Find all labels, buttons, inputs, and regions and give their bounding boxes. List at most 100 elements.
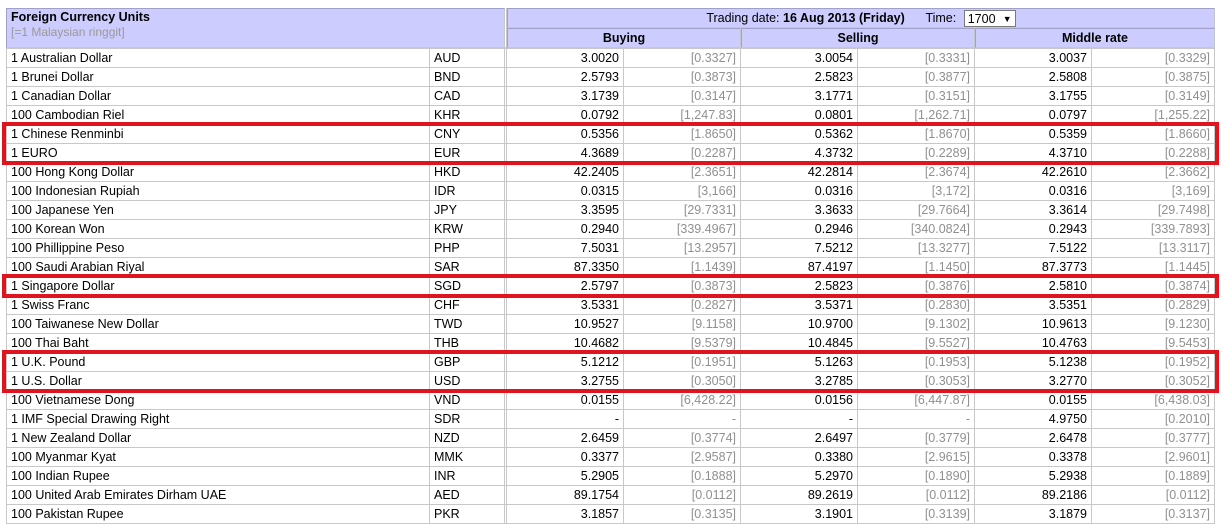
middle-inverse: [0.3149] <box>1092 87 1216 107</box>
buying-rate: 2.5797 <box>507 277 625 297</box>
time-select-value: 1700 <box>967 12 996 27</box>
buying-inverse: [13.2957] <box>624 239 742 259</box>
table-subtitle: [=1 Malaysian ringgit] <box>11 25 125 39</box>
selling-rate: 5.1263 <box>741 353 859 373</box>
table-row: 100 Thai Baht THB 10.4682 [9.5379] 10.4845 [9… <box>6 334 1216 354</box>
middle-rate: 2.5810 <box>975 277 1093 297</box>
buying-rate: 3.1739 <box>507 87 625 107</box>
selling-inverse: [0.1890] <box>858 467 976 487</box>
buying-rate: 42.2405 <box>507 163 625 183</box>
buying-rate: 87.3350 <box>507 258 625 278</box>
middle-rate: 10.4763 <box>975 334 1093 354</box>
currency-name: 1 Swiss Franc <box>6 296 430 316</box>
middle-inverse: [29.7498] <box>1092 201 1216 221</box>
buying-rate: 0.0155 <box>507 391 625 411</box>
buying-rate: 3.3595 <box>507 201 625 221</box>
currency-name: 100 Pakistan Rupee <box>6 505 430 525</box>
buying-rate: 3.2755 <box>507 372 625 392</box>
middle-rate: 3.3614 <box>975 201 1093 221</box>
selling-rate: 10.4845 <box>741 334 859 354</box>
time-select[interactable]: 1700 ▼ <box>963 10 1016 28</box>
selling-inverse: [9.1302] <box>858 315 976 335</box>
selling-inverse: [0.3331] <box>858 48 976 69</box>
buying-inverse: [6,428.22] <box>624 391 742 411</box>
currency-code: SDR <box>430 410 506 430</box>
buying-rate: 89.1754 <box>507 486 625 506</box>
currency-name: 1 Australian Dollar <box>6 48 430 69</box>
currency-code: MMK <box>430 448 506 468</box>
buying-rate: 2.6459 <box>507 429 625 449</box>
middle-inverse: [6,438.03] <box>1092 391 1216 411</box>
buying-inverse: [0.2827] <box>624 296 742 316</box>
exchange-rate-table: Foreign Currency Units [=1 Malaysian rin… <box>6 8 1216 525</box>
buying-inverse: [0.3327] <box>624 48 742 69</box>
currency-code: NZD <box>430 429 506 449</box>
middle-inverse: [0.1952] <box>1092 353 1216 373</box>
middle-inverse: [1,255.22] <box>1092 106 1216 126</box>
currency-code: CNY <box>430 125 506 145</box>
currency-name: 1 EURO <box>6 144 430 164</box>
buying-inverse: [29.7331] <box>624 201 742 221</box>
table-row: 1 Canadian Dollar CAD 3.1739 [0.3147] 3.1771… <box>6 87 1216 107</box>
currency-table-wrapper: Foreign Currency Units [=1 Malaysian rin… <box>6 8 1216 525</box>
middle-rate: 0.3378 <box>975 448 1093 468</box>
currency-code: KRW <box>430 220 506 240</box>
buying-rate: 5.2905 <box>507 467 625 487</box>
currency-name: 100 Korean Won <box>6 220 430 240</box>
selling-inverse: [1,262.71] <box>858 106 976 126</box>
middle-inverse: [0.2288] <box>1092 144 1216 164</box>
selling-rate: 0.3380 <box>741 448 859 468</box>
currency-code: TWD <box>430 315 506 335</box>
buying-inverse: [3,166] <box>624 182 742 202</box>
selling-inverse: [1.1450] <box>858 258 976 278</box>
selling-inverse: [340.0824] <box>858 220 976 240</box>
currency-code: AED <box>430 486 506 506</box>
column-header-selling: Selling <box>741 28 976 49</box>
buying-rate: 0.5356 <box>507 125 625 145</box>
currency-name: 1 Singapore Dollar <box>6 277 430 297</box>
middle-rate: 42.2610 <box>975 163 1093 183</box>
currency-name: 1 New Zealand Dollar <box>6 429 430 449</box>
table-row: 1 U.K. Pound GBP 5.1212 [0.1951] 5.1263 [0.19… <box>6 353 1216 373</box>
buying-inverse: [1,247.83] <box>624 106 742 126</box>
buying-inverse: [2.3651] <box>624 163 742 183</box>
currency-name: 100 Vietnamese Dong <box>6 391 430 411</box>
middle-rate: 87.3773 <box>975 258 1093 278</box>
buying-inverse: [0.3774] <box>624 429 742 449</box>
currency-name: 100 Taiwanese New Dollar <box>6 315 430 335</box>
middle-rate: 0.0797 <box>975 106 1093 126</box>
selling-inverse: [9.5527] <box>858 334 976 354</box>
buying-inverse: [0.2287] <box>624 144 742 164</box>
buying-inverse: [0.3873] <box>624 68 742 88</box>
buying-rate: 0.0792 <box>507 106 625 126</box>
table-row: 1 EURO EUR 4.3689 [0.2287] 4.3732 [0.2289] 4.3… <box>6 144 1216 164</box>
currency-name: 1 Chinese Renminbi <box>6 125 430 145</box>
selling-rate: 42.2814 <box>741 163 859 183</box>
selling-inverse: [1.8670] <box>858 125 976 145</box>
middle-inverse: [0.3137] <box>1092 505 1216 525</box>
middle-inverse: [1.8660] <box>1092 125 1216 145</box>
selling-rate: 89.2619 <box>741 486 859 506</box>
currency-name: 100 Saudi Arabian Riyal <box>6 258 430 278</box>
table-title-cell: Foreign Currency Units [=1 Malaysian rin… <box>6 8 506 49</box>
middle-rate: 2.6478 <box>975 429 1093 449</box>
buying-rate: 10.4682 <box>507 334 625 354</box>
table-row: 100 Cambodian Riel KHR 0.0792 [1,247.83] 0.0… <box>6 106 1216 126</box>
middle-inverse: [0.3875] <box>1092 68 1216 88</box>
currency-name: 100 Indian Rupee <box>6 467 430 487</box>
buying-rate: 3.0020 <box>507 48 625 69</box>
middle-inverse: [0.2010] <box>1092 410 1216 430</box>
buying-inverse: [9.1158] <box>624 315 742 335</box>
table-row: 1 Swiss Franc CHF 3.5331 [0.2827] 3.5371 [0.2… <box>6 296 1216 316</box>
currency-code: AUD <box>430 48 506 69</box>
selling-inverse: [0.3779] <box>858 429 976 449</box>
middle-rate: 3.0037 <box>975 48 1093 69</box>
buying-rate: 0.3377 <box>507 448 625 468</box>
currency-code: SGD <box>430 277 506 297</box>
table-row: 1 U.S. Dollar USD 3.2755 [0.3050] 3.2785 [0.3… <box>6 372 1216 392</box>
selling-rate: 3.5371 <box>741 296 859 316</box>
trading-date-value: 16 Aug 2013 (Friday) <box>783 11 905 25</box>
middle-inverse: [9.5453] <box>1092 334 1216 354</box>
selling-rate: 0.2946 <box>741 220 859 240</box>
currency-code: CAD <box>430 87 506 107</box>
